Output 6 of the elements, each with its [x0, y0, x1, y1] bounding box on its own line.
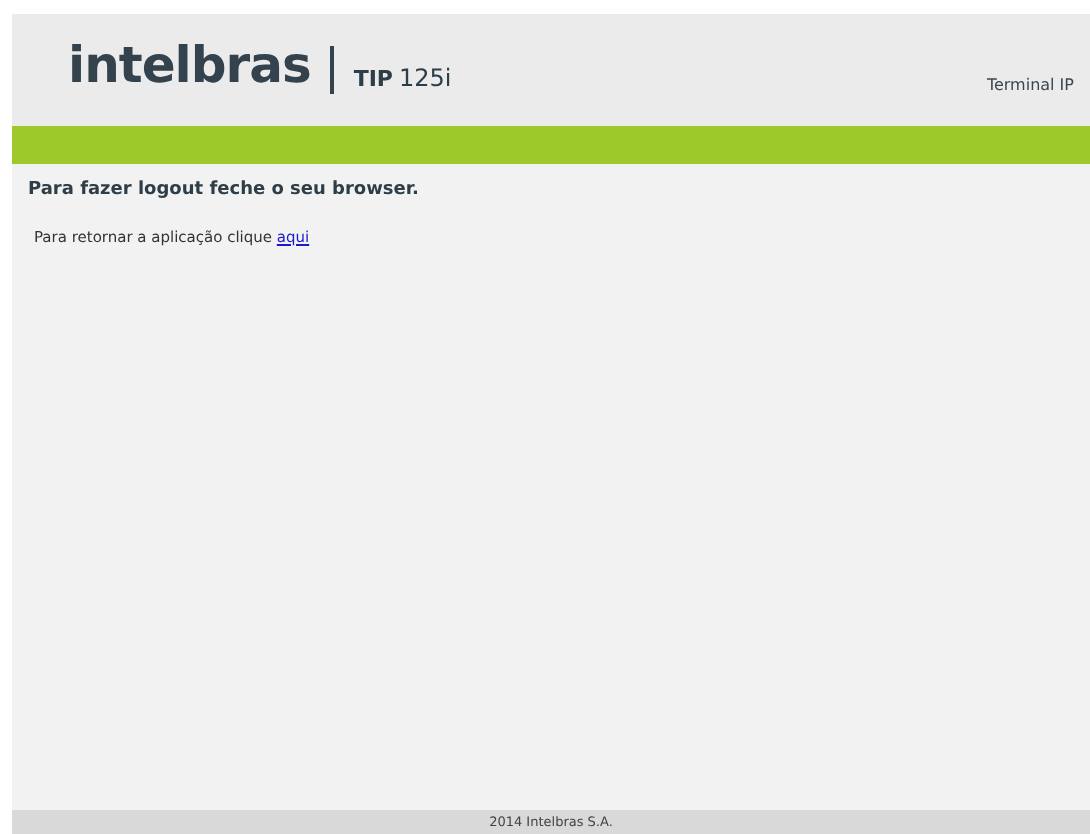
model-prefix: TIP	[353, 65, 393, 91]
product-label: Terminal IP	[986, 75, 1074, 93]
logo-wordmark: intelbras	[68, 35, 311, 93]
model-number: 125i	[399, 63, 452, 91]
logout-heading: Para fazer logout feche o seu browser.	[28, 180, 421, 200]
logo-separator	[330, 46, 334, 94]
